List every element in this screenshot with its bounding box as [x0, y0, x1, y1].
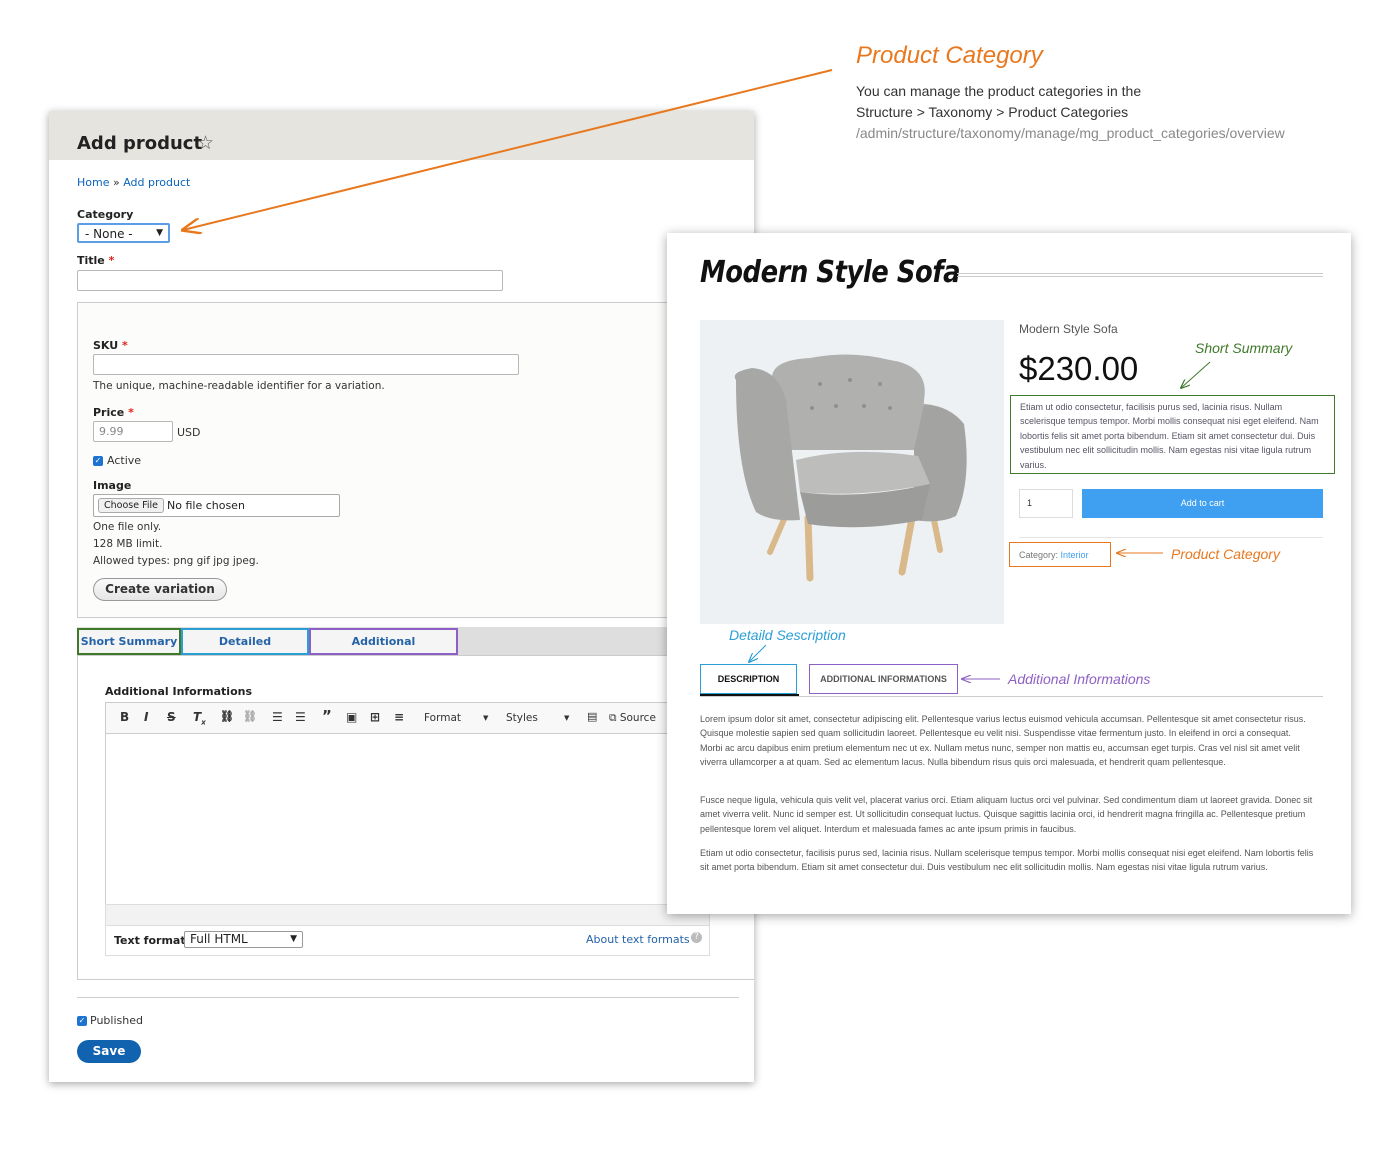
- category-link[interactable]: Interior: [1061, 550, 1089, 560]
- about-text-formats-link[interactable]: About text formats: [586, 933, 690, 946]
- description-paragraph: Fusce neque ligula, vehicula quis velit …: [700, 795, 1313, 834]
- link-icon[interactable]: ⛓: [220, 710, 234, 723]
- remove-format-icon[interactable]: Tx: [193, 710, 206, 726]
- callout-short-summary: Short Summary: [1195, 340, 1293, 356]
- breadcrumb-separator: »: [112, 176, 120, 189]
- create-variation-button[interactable]: Create variation: [93, 578, 227, 601]
- quantity-input[interactable]: 1: [1019, 489, 1073, 518]
- admin-add-product-panel: Add product ☆ Home » Add product Categor…: [49, 111, 754, 1082]
- image-note: 128 MB limit.: [93, 538, 163, 550]
- table-icon[interactable]: ⊞: [370, 710, 380, 724]
- tab-description[interactable]: DESCRIPTION: [700, 664, 797, 694]
- tab-short-summary[interactable]: Short Summary: [77, 628, 181, 655]
- product-name: Modern Style Sofa: [1019, 322, 1118, 336]
- category-select-value: - None -: [85, 227, 133, 241]
- chevron-down-icon: ▼: [483, 714, 489, 722]
- price-label: Price *: [93, 406, 134, 419]
- product-category: Category: Interior: [1009, 542, 1111, 567]
- title-divider: [957, 273, 1323, 277]
- italic-icon[interactable]: I: [144, 710, 148, 724]
- bold-icon[interactable]: B: [120, 710, 129, 724]
- category-select[interactable]: - None - ▼: [77, 223, 170, 243]
- callout-additional-informations: Additional Informations: [1008, 671, 1151, 687]
- callout-detailed-description: Detaild Sescription: [729, 627, 846, 643]
- editor-footer: [105, 904, 710, 926]
- variation-form: [77, 302, 754, 618]
- star-icon[interactable]: ☆: [197, 132, 214, 154]
- divider: [1019, 537, 1323, 538]
- breadcrumb-current-link[interactable]: Add product: [123, 176, 190, 189]
- editor-label: Additional Informations: [105, 685, 253, 698]
- text-format-row: Text format Full HTML ▼ About text format…: [105, 926, 710, 956]
- file-status: No file chosen: [167, 499, 245, 512]
- page-title: Add product: [77, 133, 203, 154]
- horizontal-rule-icon[interactable]: ≡: [394, 710, 404, 724]
- breadcrumb-home-link[interactable]: Home: [77, 176, 109, 189]
- tab-additional-informations[interactable]: ADDITIONAL INFORMATIONS: [809, 664, 958, 694]
- image-file-input[interactable]: Choose File No file chosen: [93, 494, 340, 517]
- choose-file-button[interactable]: Choose File: [98, 498, 164, 513]
- annotation-path: /admin/structure/taxonomy/manage/mg_prod…: [856, 125, 1285, 141]
- chevron-down-icon: ▼: [156, 228, 163, 238]
- published-checkbox[interactable]: ✓: [77, 1016, 87, 1026]
- format-dropdown[interactable]: Format: [424, 712, 461, 724]
- sku-label: SKU *: [93, 339, 128, 352]
- editor-content-area[interactable]: [105, 734, 710, 904]
- save-button[interactable]: Save: [77, 1040, 141, 1063]
- active-checkbox[interactable]: ✓: [93, 456, 103, 466]
- title-input[interactable]: [77, 270, 503, 291]
- product-page-preview: Modern Style Sofa Modern Style Sofa $230…: [667, 233, 1351, 914]
- product-price: $230.00: [1019, 350, 1139, 387]
- sku-description: The unique, machine-readable identifier …: [93, 380, 385, 392]
- required-mark: *: [122, 339, 128, 352]
- chevron-down-icon: ▼: [564, 714, 570, 722]
- text-format-select[interactable]: Full HTML ▼: [184, 931, 303, 948]
- published-label: Published: [90, 1014, 143, 1027]
- text-format-label: Text format: [114, 934, 186, 947]
- product-short-summary: Etiam ut odio consectetur, facilisis pur…: [1010, 395, 1335, 474]
- title-label: Title *: [77, 254, 115, 267]
- help-icon[interactable]: ?: [691, 932, 702, 943]
- price-currency: USD: [177, 426, 201, 439]
- product-image[interactable]: [700, 320, 1004, 624]
- price-input[interactable]: 9.99: [93, 421, 173, 442]
- add-to-cart-button[interactable]: Add to cart: [1082, 489, 1323, 518]
- editor-toolbar: B I S Tx ⛓ ⛓ ☰ ☰ ” ▣ ⊞ ≡ Format ▼ Styles…: [105, 702, 725, 734]
- bulleted-list-icon[interactable]: ☰: [272, 710, 283, 724]
- image-icon[interactable]: ▣: [346, 710, 357, 724]
- annotation-text-2: Structure > Taxonomy > Product Categorie…: [856, 104, 1129, 120]
- category-label: Category: [77, 208, 134, 221]
- unlink-icon[interactable]: ⛓: [243, 710, 257, 723]
- callout-product-category: Product Category: [1171, 546, 1280, 562]
- image-note: Allowed types: png gif jpg jpeg.: [93, 555, 259, 567]
- description-paragraph: Etiam ut odio consectetur, facilisis pur…: [700, 848, 1314, 873]
- tab-additional-informations[interactable]: Additional Informations: [309, 628, 458, 672]
- active-label: Active: [107, 454, 142, 467]
- product-title: Modern Style Sofa: [700, 255, 961, 290]
- numbered-list-icon[interactable]: ☰: [295, 710, 306, 724]
- styles-dropdown[interactable]: Styles: [506, 712, 538, 724]
- description-paragraph: Lorem ipsum dolor sit amet, consectetur …: [700, 714, 1306, 768]
- image-note: One file only.: [93, 521, 162, 533]
- required-mark: *: [128, 406, 134, 419]
- annotation-title: Product Category: [856, 42, 1043, 69]
- annotation-text-1: You can manage the product categories in…: [856, 83, 1142, 99]
- category-label: Category:: [1019, 550, 1059, 560]
- tab-divider: [700, 696, 1323, 697]
- blockquote-icon[interactable]: ”: [322, 707, 332, 725]
- divider: [77, 997, 739, 998]
- breadcrumb: Home » Add product: [77, 176, 190, 189]
- image-label: Image: [93, 479, 132, 492]
- sku-input[interactable]: [93, 354, 519, 375]
- chevron-down-icon: ▼: [290, 934, 297, 944]
- required-mark: *: [108, 254, 115, 267]
- tab-detailed-description[interactable]: Detailed Description: [181, 628, 309, 672]
- armchair-image: [734, 354, 967, 582]
- source-button[interactable]: ⧉ Source: [609, 712, 656, 725]
- document-icon[interactable]: ▤: [587, 710, 597, 723]
- strikethrough-icon[interactable]: S: [167, 710, 176, 724]
